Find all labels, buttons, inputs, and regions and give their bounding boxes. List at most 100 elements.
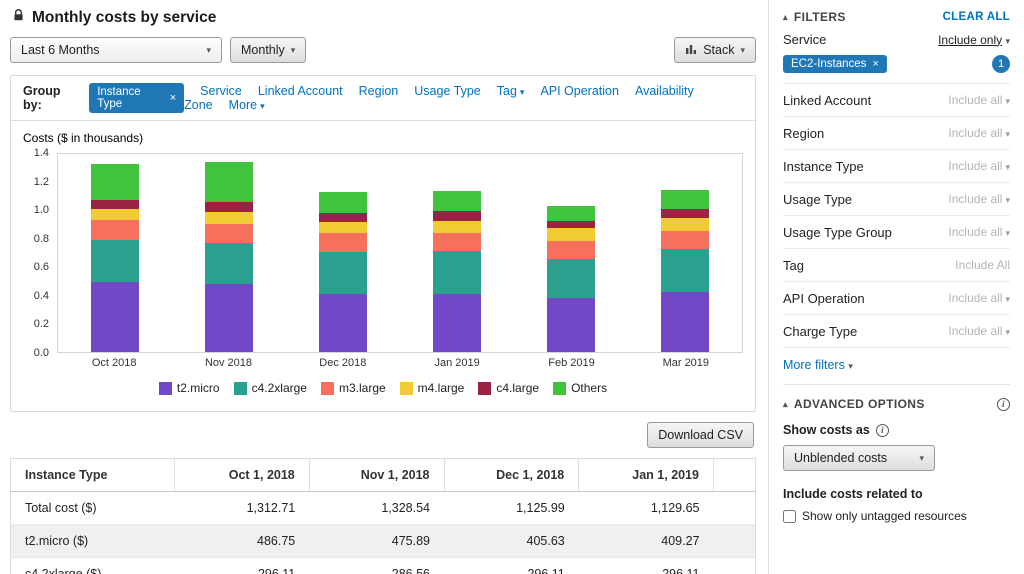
bar-segment-m4-large[interactable] (547, 227, 595, 241)
bar-segment-others[interactable] (205, 161, 253, 202)
bar-segment-t2-micro[interactable] (90, 282, 139, 352)
filter-row-tag[interactable]: Tag Include All (783, 249, 1010, 282)
untagged-resources-option[interactable]: Show only untagged resources (783, 509, 1010, 523)
filter-value-dropdown[interactable]: Include all ▾ (948, 291, 1010, 305)
service-tag-value: EC2-Instances (791, 58, 867, 70)
stacked-bar-mar-2019[interactable] (661, 190, 709, 352)
stacked-bar-dec-2018[interactable] (319, 191, 367, 352)
bar-segment-c4-large[interactable] (547, 220, 595, 228)
bar-segment-m3-large[interactable] (661, 230, 709, 250)
stacked-bar-feb-2019[interactable] (547, 206, 595, 352)
info-icon[interactable]: i (997, 397, 1010, 411)
download-csv-button[interactable]: Download CSV (647, 422, 754, 448)
remove-icon[interactable]: × (170, 92, 176, 104)
groupby-option-linked-account[interactable]: Linked Account (258, 84, 343, 98)
bar-segment-c4-2xlarge[interactable] (433, 251, 481, 294)
cell-spacer (713, 524, 756, 558)
bar-segment-t2-micro[interactable] (319, 294, 367, 352)
bar-segment-c4-2xlarge[interactable] (661, 249, 709, 292)
bar-segment-m4-large[interactable] (433, 221, 481, 233)
bar-segment-m3-large[interactable] (433, 232, 481, 252)
filter-row-usage-type-group[interactable]: Usage Type Group Include all ▾ (783, 216, 1010, 249)
bar-segment-m4-large[interactable] (90, 208, 139, 221)
bar-segment-m3-large[interactable] (547, 240, 595, 260)
filter-row-usage-type[interactable]: Usage Type Include all ▾ (783, 183, 1010, 216)
filter-label: Usage Type (783, 191, 853, 207)
groupby-option-tag[interactable]: Tag ▾ (497, 84, 525, 98)
chart-type-select[interactable]: Stack ▾ (674, 37, 756, 63)
bar-segment-c4-2xlarge[interactable] (547, 259, 595, 298)
filters-section-header[interactable]: ▴ FILTERS CLEAR ALL (783, 10, 1010, 24)
filter-value-dropdown[interactable]: Include All (955, 258, 1010, 272)
filter-value-dropdown[interactable]: Include all ▾ (948, 192, 1010, 206)
bar-segment-t2-micro[interactable] (547, 297, 595, 352)
filter-label: Charge Type (783, 323, 858, 339)
bar-segment-others[interactable] (547, 206, 595, 221)
table-row-c4-2xlarge-: c4.2xlarge ($) 296.11 286.56 296.11 296.11 (10, 557, 756, 574)
filter-row-linked-account[interactable]: Linked Account Include all ▾ (783, 84, 1010, 117)
cost-type-select[interactable]: Unblended costs ▾ (783, 445, 935, 471)
remove-icon[interactable]: × (872, 58, 878, 70)
service-tag-pill[interactable]: EC2-Instances × (783, 55, 887, 73)
bar-segment-others[interactable] (90, 164, 139, 201)
filter-value-dropdown[interactable]: Include all ▾ (948, 225, 1010, 239)
table-row-total-cost-: Total cost ($) 1,312.71 1,328.54 1,125.99 1,… (10, 491, 756, 525)
bar-segment-m3-large[interactable] (205, 224, 253, 243)
cell-value: 1,129.65 (578, 491, 714, 525)
filter-row-api-operation[interactable]: API Operation Include all ▾ (783, 282, 1010, 315)
bar-segment-c4-large[interactable] (319, 213, 367, 222)
stacked-bar-oct-2018[interactable] (90, 164, 139, 352)
collapse-icon: ▴ (783, 11, 788, 22)
bar-segment-c4-large[interactable] (205, 201, 253, 212)
stacked-bar-nov-2018[interactable] (205, 161, 253, 352)
filter-row-region[interactable]: Region Include all ▾ (783, 117, 1010, 150)
filter-row-charge-type[interactable]: Charge Type Include all ▾ (783, 315, 1010, 348)
untagged-resources-checkbox[interactable] (783, 509, 796, 523)
legend-label: m3.large (338, 381, 386, 395)
bar-segment-m3-large[interactable] (90, 220, 139, 241)
bar-segment-c4-2xlarge[interactable] (319, 251, 367, 294)
groupby-selected-pill[interactable]: Instance Type × (89, 83, 185, 113)
y-axis-tick: 0.6 (33, 261, 49, 274)
bar-segment-c4-large[interactable] (433, 211, 481, 222)
advanced-options-header[interactable]: ▴ ADVANCED OPTIONS i (783, 384, 1010, 411)
filter-value-dropdown[interactable]: Include all ▾ (948, 324, 1010, 338)
groupby-option-more[interactable]: More ▾ (229, 98, 265, 112)
bar-segment-c4-large[interactable] (90, 200, 139, 209)
bar-segment-t2-micro[interactable] (205, 284, 253, 352)
bar-segment-m4-large[interactable] (319, 221, 367, 234)
chart-area: Costs ($ in thousands) 0.0 0.2 0.4 0.6 0.8 1.… (11, 121, 755, 411)
untagged-resources-label: Show only untagged resources (802, 509, 967, 523)
bar-segment-others[interactable] (319, 191, 367, 214)
legend-item-c4-large: c4.large (478, 381, 539, 395)
chart-panel: Group by: Instance Type × Service Linked … (10, 75, 756, 412)
bar-segment-t2-micro[interactable] (661, 292, 709, 352)
include-mode-value: Include only (938, 32, 1003, 47)
date-range-select[interactable]: Last 6 Months ▾ (10, 37, 222, 63)
info-icon[interactable]: i (875, 423, 889, 437)
groupby-option-api-operation[interactable]: API Operation (540, 84, 619, 98)
bar-segment-c4-2xlarge[interactable] (90, 240, 139, 283)
service-include-mode-dropdown[interactable]: Include only ▾ (938, 33, 1010, 47)
groupby-option-service[interactable]: Service (200, 84, 242, 98)
filter-value-dropdown[interactable]: Include all ▾ (948, 93, 1010, 107)
table-header-nov-1-2018: Nov 1, 2018 (308, 458, 444, 492)
bar-segment-others[interactable] (433, 191, 481, 212)
more-filters-link[interactable]: More filters ▾ (783, 358, 853, 372)
filter-row-instance-type[interactable]: Instance Type Include all ▾ (783, 150, 1010, 183)
groupby-option-region[interactable]: Region (359, 84, 399, 98)
stacked-bar-jan-2019[interactable] (433, 191, 481, 352)
bar-segment-c4-large[interactable] (661, 209, 709, 218)
groupby-option-usage-type[interactable]: Usage Type (414, 84, 480, 98)
bar-segment-m4-large[interactable] (661, 217, 709, 231)
bar-segment-t2-micro[interactable] (433, 293, 481, 352)
bar-segment-m3-large[interactable] (319, 233, 367, 252)
filter-value-dropdown[interactable]: Include all ▾ (948, 159, 1010, 173)
bar-segment-c4-2xlarge[interactable] (205, 243, 253, 284)
bar-segment-m4-large[interactable] (205, 211, 253, 225)
filter-value-dropdown[interactable]: Include all ▾ (948, 126, 1010, 140)
bar-segment-others[interactable] (661, 190, 709, 210)
clear-all-link[interactable]: CLEAR ALL (943, 11, 1010, 23)
filter-label: Linked Account (783, 92, 872, 108)
granularity-select[interactable]: Monthly ▾ (230, 37, 307, 63)
